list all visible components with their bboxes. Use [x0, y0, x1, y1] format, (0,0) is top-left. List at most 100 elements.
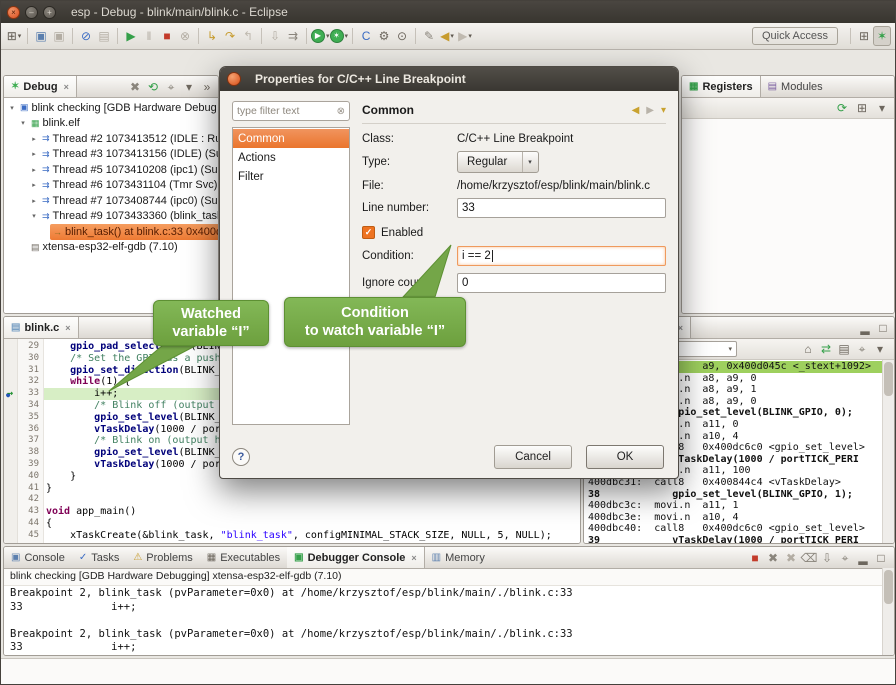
debug-icon[interactable]: ✶▾ — [330, 26, 349, 46]
dialog-nav-item[interactable]: Actions — [233, 148, 349, 167]
tab-debug[interactable]: ✶ Debug × — [4, 76, 77, 97]
add-register-group-icon[interactable]: ⊞ — [853, 98, 871, 118]
window-maximize-button[interactable]: + — [43, 6, 56, 19]
track-pc-icon[interactable]: ⌖ — [853, 339, 871, 359]
filter-input[interactable]: type filter text ⊗ — [232, 101, 350, 121]
breakpoint-types-icon[interactable]: ▤ — [95, 26, 113, 46]
step-return-icon[interactable]: ↰ — [239, 26, 257, 46]
debug-tree-item[interactable]: ▸⇉Thread #3 1073413156 (IDLE) (Susp — [4, 147, 218, 163]
terminate-icon[interactable]: ■ — [746, 548, 764, 568]
view-menu-icon[interactable]: ▾ — [871, 339, 889, 359]
tree-expand-icon[interactable]: ▸ — [29, 135, 39, 143]
refresh-icon[interactable]: ⟳ — [833, 98, 851, 118]
tab-registers[interactable]: ▦Registers — [682, 76, 761, 97]
remove-launch-icon[interactable]: ✖ — [764, 548, 782, 568]
minimize-icon[interactable]: ▂ — [856, 318, 874, 338]
disassembly-line[interactable]: 400dbc40: call8 0x400dc6c0 <gpio_set_lev… — [584, 523, 894, 535]
tree-expand-icon[interactable]: ▾ — [29, 212, 39, 220]
tree-expand-icon[interactable]: ▸ — [29, 150, 39, 158]
tree-expand-icon[interactable]: ▸ — [29, 166, 39, 174]
line-number-input[interactable]: 33 — [457, 198, 666, 218]
search-icon[interactable]: ⊙ — [393, 26, 411, 46]
dialog-nav-item[interactable]: Common — [233, 129, 349, 148]
new-c-project-icon[interactable]: C — [357, 26, 375, 46]
skip-breakpoints-icon[interactable]: ⊘ — [77, 26, 95, 46]
open-perspective-icon[interactable]: ⊞ — [855, 26, 873, 46]
debug-tree-item[interactable]: ▾⇉Thread #9 1073433360 (blink_task — [4, 209, 218, 225]
pin-icon[interactable]: ⌖ — [162, 77, 180, 97]
pin-console-icon[interactable]: ⌖ — [836, 548, 854, 568]
disassembly-line[interactable]: 400dbc3c: movi.n a11, 1 — [584, 500, 894, 512]
forward-icon[interactable]: ▶ — [646, 105, 654, 116]
maximize-icon[interactable]: □ — [872, 548, 890, 568]
code-line[interactable]: 44{ — [4, 518, 580, 530]
scrollbar[interactable] — [882, 360, 894, 544]
tab-executables[interactable]: ▦Executables — [200, 547, 287, 568]
condition-input[interactable]: i == 2 — [457, 246, 666, 266]
disassembly-line[interactable]: 39 vTaskDelay(1000 / portTICK_PERI — [584, 535, 894, 544]
view-menu-icon[interactable]: ▾ — [873, 98, 891, 118]
tree-expand-icon[interactable]: ▸ — [29, 181, 39, 189]
back-icon[interactable]: ◀ — [632, 105, 640, 116]
chevron-down-icon[interactable]: ▾ — [661, 105, 666, 116]
instruction-stepping-icon[interactable]: ⇉ — [284, 26, 302, 46]
new-wizard-icon[interactable]: ⊞▾ — [5, 26, 23, 46]
step-into-icon[interactable]: ↳ — [203, 26, 221, 46]
debug-tree-item[interactable]: ▾▣blink checking [GDB Hardware Debug — [4, 100, 218, 116]
tree-expand-icon[interactable]: ▾ — [7, 104, 17, 112]
debug-tree-item[interactable]: ▸⇉Thread #7 1073408744 (ipc0) (Susp — [4, 193, 218, 209]
scrollbar-thumb[interactable] — [884, 570, 893, 604]
tab-blink-c[interactable]: ▤ blink.c × — [4, 317, 79, 338]
clear-filter-icon[interactable]: ⊗ — [337, 106, 345, 117]
minimize-icon[interactable]: ▂ — [854, 548, 872, 568]
run-icon[interactable]: ▶▾ — [311, 26, 330, 46]
toolbar-overflow-icon[interactable]: » — [198, 77, 216, 97]
console-output[interactable]: Breakpoint 2, blink_task (pvParameter=0x… — [4, 586, 894, 656]
tab-tasks[interactable]: ✓Tasks — [72, 547, 127, 568]
home-icon[interactable]: ⌂ — [799, 339, 817, 359]
debug-tree-item[interactable]: ▸⇉Thread #6 1073431104 (Tmr Svc) (S — [4, 178, 218, 194]
maximize-icon[interactable]: □ — [874, 318, 892, 338]
cancel-button[interactable]: Cancel — [494, 445, 572, 469]
scrollbar-thumb[interactable] — [884, 362, 893, 396]
clear-console-icon[interactable]: ⌫ — [800, 548, 818, 568]
save-icon[interactable]: ▣ — [32, 26, 50, 46]
window-titlebar[interactable]: × – + esp - Debug - blink/main/blink.c -… — [1, 1, 895, 23]
help-button[interactable]: ? — [232, 448, 250, 466]
save-all-icon[interactable]: ▣ — [50, 26, 68, 46]
debug-tree-item[interactable]: ▤xtensa-esp32-elf-gdb (7.10) — [4, 240, 218, 256]
ignore-count-input[interactable]: 0 — [457, 273, 666, 293]
debug-tree-item[interactable]: ▸⇉Thread #2 1073413512 (IDLE : Runn — [4, 131, 218, 147]
scrollbar[interactable] — [882, 568, 894, 655]
code-line[interactable]: 41} — [4, 483, 580, 495]
resume-icon[interactable]: ▶ — [122, 26, 140, 46]
disassembly-line[interactable]: 38 gpio_set_level(BLINK_GPIO, 1); — [584, 489, 894, 501]
forward-icon[interactable]: ▶▾ — [456, 26, 474, 46]
step-over-icon[interactable]: ↷ — [221, 26, 239, 46]
quick-access-button[interactable]: Quick Access — [752, 27, 838, 45]
remove-all-launches-icon[interactable]: ✖ — [782, 548, 800, 568]
type-dropdown[interactable]: Regular ▾ — [457, 151, 539, 173]
tab-memory[interactable]: ▥Memory — [425, 547, 492, 568]
restart-icon[interactable]: ⟲ — [144, 77, 162, 97]
dialog-nav-item[interactable]: Filter — [233, 167, 349, 186]
close-tab-icon[interactable]: × — [65, 323, 70, 333]
close-tab-icon[interactable]: × — [64, 82, 69, 92]
disassembly-line[interactable]: 400dbc3e: movi.n a10, 4 — [584, 512, 894, 524]
remove-terminated-icon[interactable]: ✖ — [126, 77, 144, 97]
last-edit-location-icon[interactable]: ✎ — [420, 26, 438, 46]
disconnect-icon[interactable]: ⊗ — [176, 26, 194, 46]
tab-console[interactable]: ▣Console — [4, 547, 72, 568]
code-line[interactable]: 42 — [4, 494, 580, 506]
suspend-icon[interactable]: ‖ — [140, 26, 158, 46]
tab-problems[interactable]: ⚠Problems — [126, 547, 199, 568]
view-menu-icon[interactable]: ▾ — [180, 77, 198, 97]
debug-tree-item[interactable]: ▾▦blink.elf — [4, 116, 218, 132]
enabled-checkbox[interactable]: ✓ — [362, 226, 375, 239]
sync-selection-icon[interactable]: ⇄ — [817, 339, 835, 359]
close-tab-icon[interactable]: × — [411, 553, 416, 563]
dialog-titlebar[interactable]: Properties for C/C++ Line Breakpoint — [220, 67, 678, 91]
scroll-lock-icon[interactable]: ⇩ — [818, 548, 836, 568]
tab-debugger-console[interactable]: ▣Debugger Console× — [287, 547, 425, 568]
build-icon[interactable]: ⚙ — [375, 26, 393, 46]
